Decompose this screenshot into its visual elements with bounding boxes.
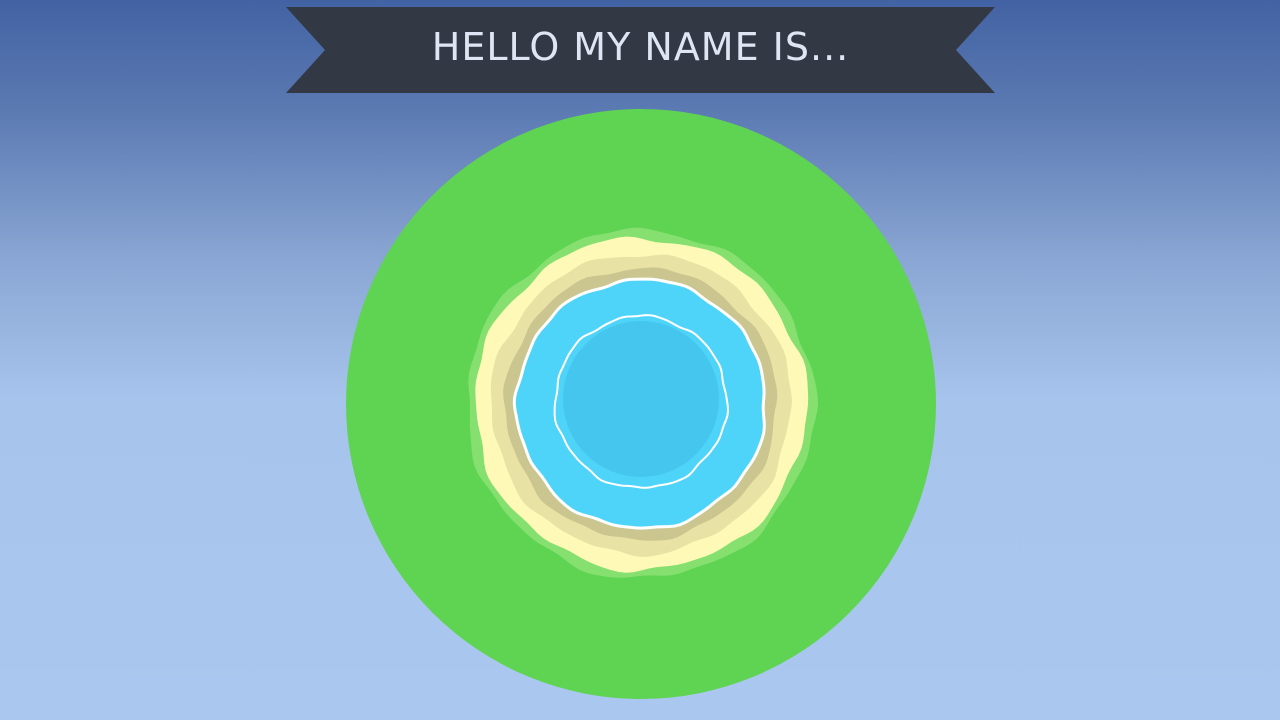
banner-title: HELLO MY NAME IS... — [431, 25, 850, 69]
lake-deep-water — [563, 321, 719, 477]
name-banner: HELLO MY NAME IS... — [286, 7, 995, 93]
planet-island[interactable] — [346, 109, 936, 699]
